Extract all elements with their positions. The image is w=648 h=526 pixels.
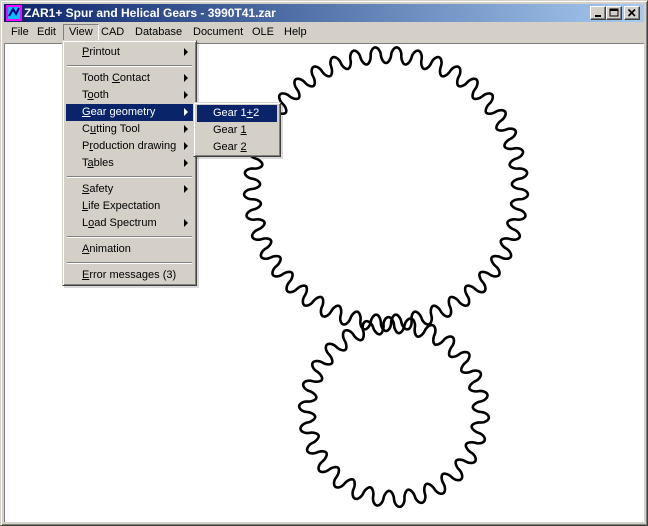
zar-app-icon xyxy=(6,5,22,21)
gear-2-outline xyxy=(297,315,491,509)
menu-cad[interactable]: CAD xyxy=(96,24,129,41)
menu-item-load-spectrum[interactable]: Load Spectrum xyxy=(66,215,193,232)
minimize-button[interactable] xyxy=(590,6,606,20)
menu-item-mnemonic: 2 xyxy=(240,141,247,153)
menu-item-label-post: oduction drawing xyxy=(93,140,177,152)
maximize-icon xyxy=(609,8,619,17)
maximize-button[interactable] xyxy=(606,6,622,20)
menu-item-label-post: tting Tool xyxy=(96,123,140,135)
title-bar[interactable]: ZAR1+ Spur and Helical Gears - 3990T41.z… xyxy=(4,4,644,22)
menu-item-label-post: nimation xyxy=(89,243,131,255)
menu-item-tooth[interactable]: Tooth xyxy=(66,87,193,104)
menu-item-error-messages[interactable]: Error messages (3) xyxy=(66,267,193,284)
menu-item-tooth-contact[interactable]: Tooth Contact xyxy=(66,70,193,87)
submenu-arrow-icon xyxy=(184,91,188,99)
menu-separator xyxy=(67,65,192,67)
gear-geometry-submenu: Gear 1+2 Gear 1 Gear 2 xyxy=(193,102,281,157)
menu-document[interactable]: Document xyxy=(188,24,248,41)
menu-item-label-post: afety xyxy=(89,183,114,195)
menu-item-life-expectation[interactable]: Life Expectation xyxy=(66,198,193,215)
menu-separator xyxy=(67,236,192,238)
menu-item-mnemonic: C xyxy=(111,72,120,84)
menu-item-label-pre: Gear 1 xyxy=(213,107,247,119)
menu-item-gear-1[interactable]: Gear 1 xyxy=(197,122,277,139)
menu-help[interactable]: Help xyxy=(279,24,312,41)
submenu-arrow-icon xyxy=(184,48,188,56)
menu-item-label-post: rintout xyxy=(89,46,120,58)
menu-item-label-post: bles xyxy=(93,157,114,169)
submenu-arrow-icon xyxy=(184,142,188,150)
menu-item-label-post: oth xyxy=(93,89,109,101)
menu-item-label-post: ontact xyxy=(119,72,150,84)
close-icon xyxy=(627,8,636,17)
submenu-arrow-icon xyxy=(184,125,188,133)
caption-buttons xyxy=(590,6,642,20)
menu-item-printout[interactable]: Printout xyxy=(66,44,193,61)
menu-item-mnemonic: G xyxy=(82,106,91,118)
menu-ole[interactable]: OLE xyxy=(247,24,279,41)
menu-item-mnemonic: 1 xyxy=(240,124,247,136)
menu-file[interactable]: File xyxy=(6,24,34,41)
menu-item-animation[interactable]: Animation xyxy=(66,241,193,258)
menu-item-label-pre: Gear xyxy=(213,141,241,153)
menu-edit[interactable]: Edit xyxy=(32,24,61,41)
menu-item-label-post: ife Expectation xyxy=(88,200,161,212)
menu-item-cutting-tool[interactable]: Cutting Tool xyxy=(66,121,193,138)
menu-item-safety[interactable]: Safety xyxy=(66,181,193,198)
menu-item-production-drawing[interactable]: Production drawing xyxy=(66,138,193,155)
menu-item-label-post: ear geometry xyxy=(90,106,156,118)
menu-separator xyxy=(67,176,192,178)
menu-item-gear-geometry[interactable]: Gear geometry xyxy=(66,104,193,121)
submenu-arrow-icon xyxy=(184,74,188,82)
gear-1-outline xyxy=(242,46,530,333)
submenu-arrow-icon xyxy=(184,185,188,193)
submenu-arrow-icon xyxy=(184,219,188,227)
menu-separator xyxy=(67,262,192,264)
menu-item-label-pre: Tooth xyxy=(82,72,112,84)
close-button[interactable] xyxy=(624,6,640,20)
menu-item-label-post: rror messages (3) xyxy=(89,269,177,281)
menu-item-tables[interactable]: Tables xyxy=(66,155,193,172)
minimize-icon xyxy=(595,15,601,17)
submenu-arrow-icon xyxy=(184,108,188,116)
menu-item-label-post: ad Spectrum xyxy=(94,217,157,229)
menu-database[interactable]: Database xyxy=(130,24,187,41)
menu-item-label-pre: C xyxy=(82,123,90,135)
menu-item-gear-2[interactable]: Gear 2 xyxy=(197,139,277,156)
submenu-arrow-icon xyxy=(184,159,188,167)
window-title: ZAR1+ Spur and Helical Gears - 3990T41.z… xyxy=(24,6,276,20)
menu-item-label-post: 2 xyxy=(253,107,260,119)
menu-item-gear-1-2[interactable]: Gear 1+2 xyxy=(197,105,277,122)
menu-view[interactable]: View xyxy=(63,24,99,41)
menu-item-label-pre: Gear xyxy=(213,124,241,136)
view-menu: Printout Tooth Contact Tooth Gear geometry C… xyxy=(62,40,197,286)
